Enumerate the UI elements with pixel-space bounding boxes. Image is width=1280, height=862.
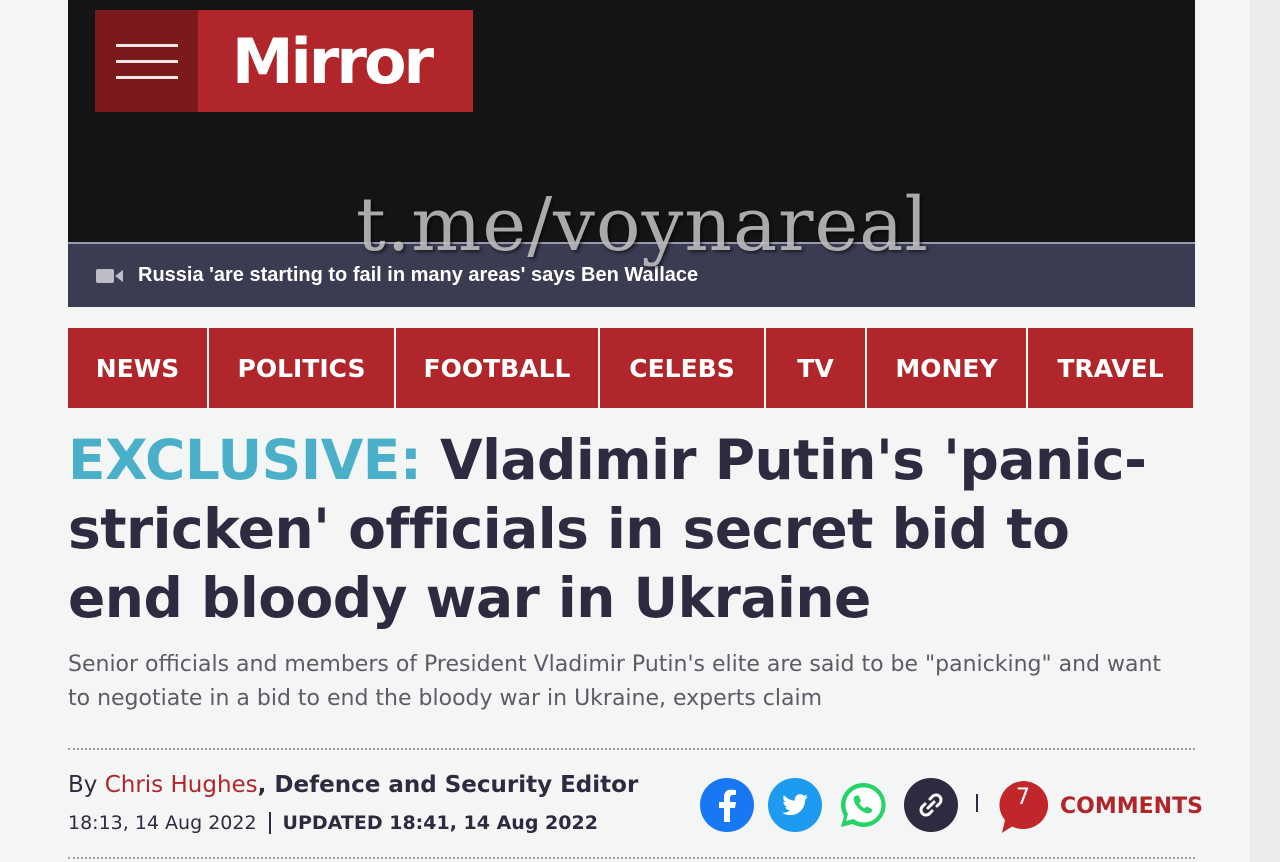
whatsapp-icon — [841, 782, 886, 827]
published-time: 18:13, 14 Aug 2022 — [68, 812, 257, 834]
copy-link-button[interactable] — [904, 778, 958, 832]
author-role: , Defence and Security Editor — [257, 772, 639, 798]
menu-icon-line — [115, 43, 178, 47]
byline-divider-bottom — [68, 857, 1195, 859]
nav-item-money[interactable]: MONEY — [867, 328, 1026, 408]
site-logo[interactable]: Mirror — [95, 10, 473, 112]
headline-kicker: EXCLUSIVE: — [68, 428, 422, 492]
byline: By Chris Hughes, Defence and Security Ed… — [68, 772, 688, 798]
article-standfirst: Senior officials and members of Presiden… — [68, 652, 1162, 711]
nav-item-news[interactable]: NEWS — [68, 328, 207, 408]
twitter-share-button[interactable] — [768, 778, 822, 832]
author-link[interactable]: Chris Hughes — [105, 772, 258, 798]
whatsapp-share-button[interactable] — [836, 778, 890, 832]
facebook-icon — [719, 789, 736, 822]
twitter-icon — [782, 794, 808, 816]
comments-button[interactable]: 7 COMMENTS — [996, 778, 1203, 834]
logo-wordmark[interactable]: Mirror — [198, 10, 473, 112]
dateline: 18:13, 14 Aug 2022 UPDATED 18:41, 14 Aug… — [68, 812, 598, 834]
video-caption-bar[interactable]: Russia 'are starting to fail in many are… — [68, 242, 1195, 307]
video-camera-icon — [96, 267, 124, 285]
byline-prefix: By — [68, 772, 98, 798]
hamburger-menu-button[interactable] — [95, 10, 198, 112]
nav-item-politics[interactable]: POLITICS — [209, 328, 394, 408]
dateline-separator — [268, 812, 271, 834]
share-separator — [976, 794, 978, 812]
comment-bubble-icon: 7 — [996, 779, 1050, 833]
byline-divider-top — [68, 748, 1195, 750]
comment-count: 7 — [1016, 785, 1030, 810]
nav-item-football[interactable]: FOOTBALL — [396, 328, 598, 408]
menu-icon-line — [115, 59, 178, 63]
nav-item-tv[interactable]: TV — [766, 328, 865, 408]
facebook-share-button[interactable] — [700, 778, 754, 832]
menu-icon-line — [115, 75, 178, 79]
comments-label: COMMENTS — [1060, 793, 1203, 819]
video-title: Russia 'are starting to fail in many are… — [138, 264, 699, 286]
nav-item-celebs[interactable]: CELEBS — [600, 328, 764, 408]
article-headline: EXCLUSIVE: Vladimir Putin's 'panic-stric… — [68, 426, 1188, 633]
nav-item-travel[interactable]: TRAVEL — [1028, 328, 1193, 408]
updated-time: UPDATED 18:41, 14 Aug 2022 — [282, 812, 598, 834]
link-icon — [919, 793, 943, 817]
page-gutter — [1250, 0, 1280, 862]
section-nav: NEWS POLITICS FOOTBALL CELEBS TV MONEY T… — [68, 328, 1193, 408]
